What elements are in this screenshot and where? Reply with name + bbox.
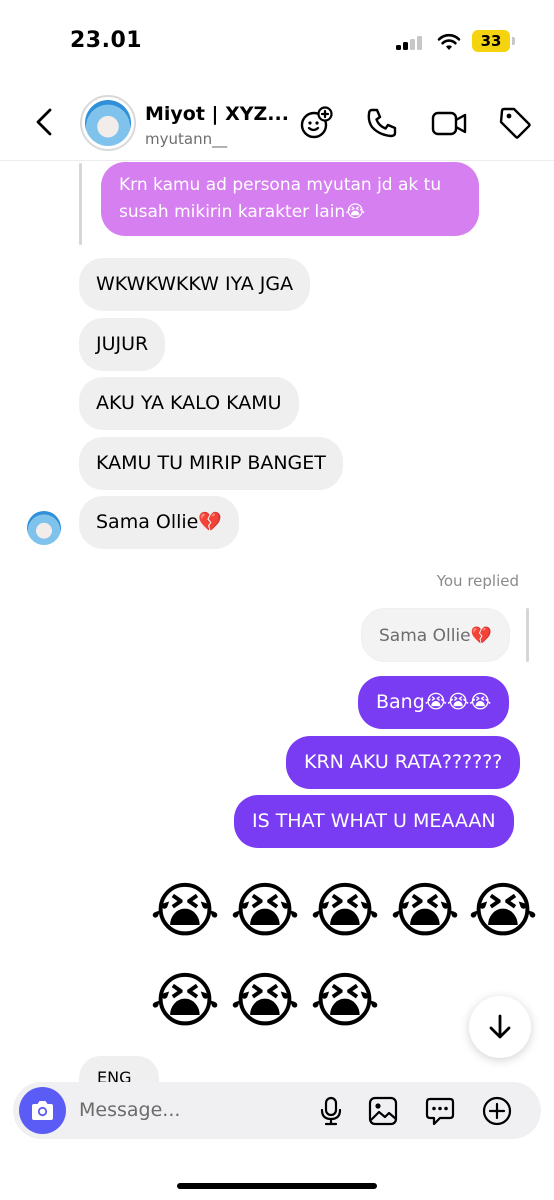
camera-icon	[32, 1101, 53, 1120]
incoming-message[interactable]: JUJUR	[79, 318, 166, 371]
crying-emoji[interactable]: 😭	[310, 876, 380, 946]
phone-icon[interactable]	[364, 105, 400, 141]
you-replied-label: You replied	[436, 572, 519, 590]
tag-icon[interactable]	[497, 105, 533, 141]
contact-username[interactable]: myutann__	[145, 130, 227, 148]
wifi-icon	[437, 33, 461, 50]
outgoing-message[interactable]: KRN AKU RATA??????	[286, 736, 521, 789]
outgoing-message[interactable]: Bang😭😭😭	[358, 676, 510, 729]
incoming-message[interactable]: KAMU TU MIRIP BANGET	[79, 437, 343, 490]
crying-emoji[interactable]: 😭	[230, 966, 300, 1036]
battery-indicator: 33	[472, 30, 510, 52]
effects-icon[interactable]	[298, 105, 334, 141]
battery-tip	[512, 37, 515, 45]
incoming-message[interactable]: WKWKWKKW IYA JGA	[79, 258, 311, 311]
crying-emoji[interactable]: 😭	[230, 876, 300, 946]
message-input[interactable]	[79, 1096, 299, 1124]
reply-quote-bubble[interactable]: Sama Ollie💔	[361, 608, 510, 662]
quoted-message-bubble[interactable]: Krn kamu ad persona myutan jd ak tu susa…	[101, 162, 479, 236]
crying-emoji[interactable]: 😭	[150, 966, 220, 1036]
crying-emoji[interactable]: 😭	[150, 876, 220, 946]
sender-avatar[interactable]	[24, 508, 64, 548]
crying-emoji[interactable]: 😭	[468, 876, 538, 946]
status-bar: 23.01 33	[0, 0, 554, 80]
chat-header: Miyot | XYZ... myutann__	[0, 85, 554, 161]
status-time: 23.01	[70, 28, 143, 53]
back-icon[interactable]	[28, 105, 62, 139]
plus-icon[interactable]	[481, 1095, 513, 1127]
crying-emoji[interactable]: 😭	[390, 876, 460, 946]
camera-button[interactable]	[19, 1087, 66, 1134]
reply-indicator-bar	[526, 608, 529, 662]
arrow-down-icon	[489, 1014, 511, 1039]
outgoing-message[interactable]: IS THAT WHAT U MEAAAN	[234, 795, 514, 848]
video-call-icon[interactable]	[431, 105, 467, 141]
incoming-message[interactable]: AKU YA KALO KAMU	[79, 377, 299, 430]
gallery-icon[interactable]	[367, 1095, 399, 1127]
incoming-message[interactable]: Sama Ollie💔	[79, 496, 240, 549]
crying-emoji[interactable]: 😭	[310, 966, 380, 1036]
cellular-signal-icon	[396, 34, 428, 50]
contact-avatar[interactable]	[80, 95, 136, 151]
contact-name[interactable]: Miyot | XYZ...	[145, 103, 289, 125]
reply-indicator-bar	[79, 163, 82, 245]
scroll-to-bottom-button[interactable]	[469, 996, 531, 1058]
message-composer	[13, 1082, 541, 1139]
sticker-icon[interactable]	[424, 1095, 456, 1127]
home-indicator	[177, 1183, 377, 1189]
microphone-icon[interactable]	[315, 1095, 347, 1127]
